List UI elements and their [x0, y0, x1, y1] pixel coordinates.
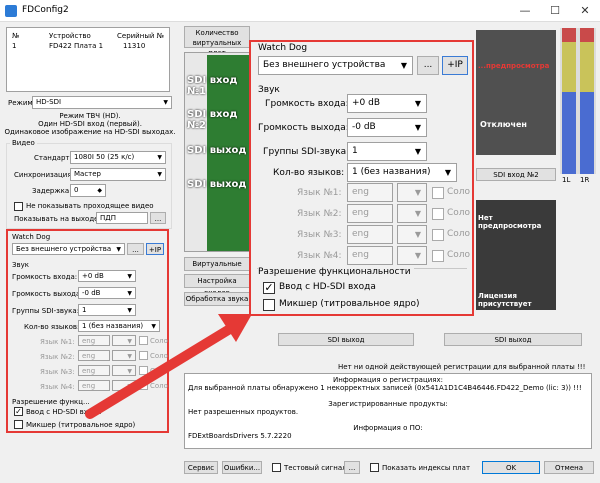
sdi-groups-select[interactable]: 1 ▼	[347, 142, 427, 161]
language-3-extra-select[interactable]: ▼	[397, 225, 427, 244]
watchdog-ip-button[interactable]: +IP	[442, 56, 468, 75]
input-volume-label: Громкость входа:	[265, 99, 349, 109]
language-1-solo-label: Соло	[447, 187, 471, 197]
language-3-solo-checkbox[interactable]	[432, 229, 444, 241]
watchdog-title: Watch Dog	[258, 43, 308, 53]
chevron-down-icon: ▼	[414, 99, 421, 108]
sound-title: Звук	[258, 85, 280, 95]
chevron-down-icon: ▼	[414, 251, 421, 260]
languages-label: Кол-во языков:	[273, 168, 345, 178]
language-3-label: Язык №3:	[297, 230, 342, 240]
chevron-down-icon: ▼	[414, 230, 421, 239]
features-title: Разрешение функциональности	[258, 267, 414, 277]
language-3-solo-label: Соло	[447, 229, 471, 239]
language-1-select[interactable]: eng	[347, 183, 393, 202]
language-4-select[interactable]: eng	[347, 246, 393, 265]
chevron-down-icon: ▼	[414, 123, 421, 132]
output-volume-label: Громкость выхода:	[258, 123, 349, 133]
language-4-solo-label: Соло	[447, 250, 471, 260]
sdi-groups-label: Группы SDI-звука:	[263, 147, 350, 157]
language-2-extra-select[interactable]: ▼	[397, 204, 427, 223]
language-1-label: Язык №1:	[297, 188, 342, 198]
chevron-down-icon: ▼	[444, 168, 451, 177]
mixer-label: Микшер (титровальное ядро)	[279, 299, 420, 309]
input-volume-select[interactable]: +0 dB ▼	[347, 94, 427, 113]
language-4-label: Язык №4:	[297, 251, 342, 261]
hd-sdi-input-label: Ввод с HD-SDI входа	[279, 282, 376, 292]
chevron-down-icon: ▼	[414, 188, 421, 197]
language-1-solo-checkbox[interactable]	[432, 187, 444, 199]
language-2-label: Язык №2:	[297, 209, 342, 219]
output-volume-select[interactable]: -0 dB ▼	[347, 118, 427, 137]
language-4-extra-select[interactable]: ▼	[397, 246, 427, 265]
language-2-solo-checkbox[interactable]	[432, 208, 444, 220]
language-3-select[interactable]: eng	[347, 225, 393, 244]
watchdog-select[interactable]: Без внешнего устройства ▼	[258, 56, 413, 75]
language-2-solo-label: Соло	[447, 208, 471, 218]
languages-select[interactable]: 1 (без названия) ▼	[347, 163, 457, 182]
hd-sdi-input-checkbox[interactable]: ✓	[263, 282, 275, 294]
mixer-checkbox[interactable]	[263, 299, 275, 311]
watchdog-browse-button[interactable]: ...	[417, 56, 439, 75]
zoomed-settings-panel: Watch Dog Без внешнего устройства ▼ ... +…	[249, 40, 474, 316]
chevron-down-icon: ▼	[414, 209, 421, 218]
chevron-down-icon: ▼	[400, 61, 407, 70]
language-4-solo-checkbox[interactable]	[432, 250, 444, 262]
chevron-down-icon: ▼	[414, 147, 421, 156]
language-2-select[interactable]: eng	[347, 204, 393, 223]
language-1-extra-select[interactable]: ▼	[397, 183, 427, 202]
